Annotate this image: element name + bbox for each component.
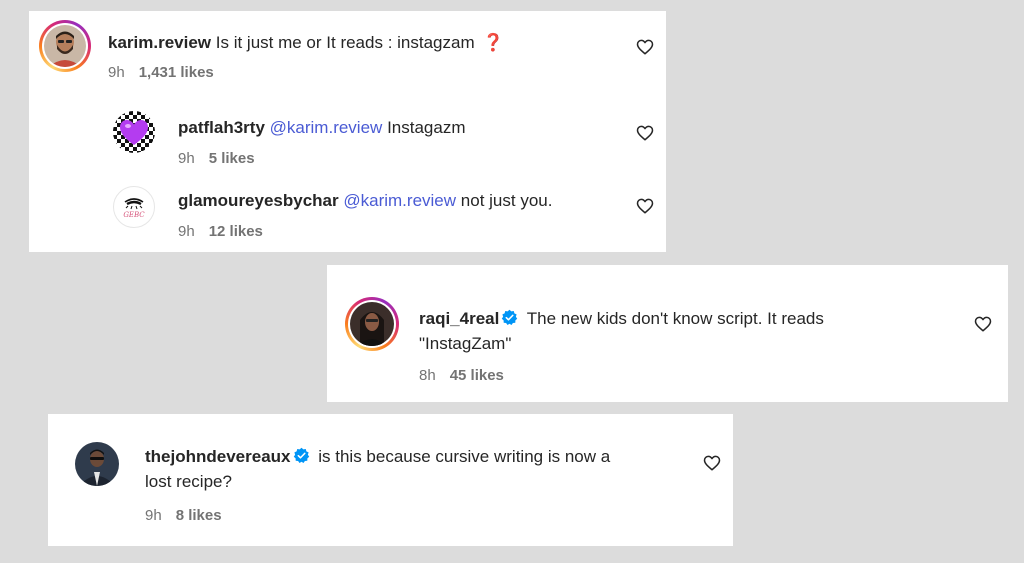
likes-count[interactable]: 1,431 likes: [139, 64, 214, 81]
heart-outline-icon[interactable]: [636, 38, 654, 56]
profile-photo: [44, 25, 86, 67]
heart-outline-icon[interactable]: [636, 124, 654, 142]
reply-body: patflah3rty @karim.review Instagazm: [178, 115, 466, 140]
mention-link[interactable]: @karim.review: [270, 118, 383, 137]
comment-meta: 9h 8 likes: [145, 507, 222, 524]
comment-card: raqi_4real The new kids don't know scrip…: [327, 265, 1008, 402]
likes-count[interactable]: 8 likes: [176, 507, 222, 524]
timestamp[interactable]: 8h: [419, 367, 436, 384]
checkered-purple-heart-icon: [113, 111, 155, 153]
comment-text: Instagazm: [387, 118, 466, 137]
comment-meta: 9h 12 likes: [178, 223, 263, 240]
username[interactable]: raqi_4real: [419, 309, 499, 328]
username[interactable]: glamoureyesbychar: [178, 191, 339, 210]
comment-meta: 9h 1,431 likes: [108, 64, 214, 81]
timestamp[interactable]: 9h: [178, 223, 195, 240]
timestamp[interactable]: 9h: [145, 507, 162, 524]
heart-outline-icon[interactable]: [636, 197, 654, 215]
likes-count[interactable]: 5 likes: [209, 150, 255, 167]
heart-outline-icon[interactable]: [974, 315, 992, 333]
mention-link[interactable]: @karim.review: [343, 191, 456, 210]
profile-photo: [75, 442, 119, 486]
username[interactable]: thejohndevereaux: [145, 447, 291, 466]
timestamp[interactable]: 9h: [178, 150, 195, 167]
comment-thread-card: karim.review Is it just me or It reads :…: [29, 11, 666, 252]
likes-count[interactable]: 45 likes: [450, 367, 504, 384]
comment-card: thejohndevereaux is this because cursive…: [48, 414, 733, 546]
username[interactable]: karim.review: [108, 33, 211, 52]
heart-outline-icon[interactable]: [703, 454, 721, 472]
username[interactable]: patflah3rty: [178, 118, 265, 137]
comment-text: Is it just me or It reads : instagzam: [215, 33, 475, 52]
avatar[interactable]: [75, 442, 119, 486]
comment-text-line2: "InstagZam": [419, 334, 512, 353]
comment-body: thejohndevereaux is this because cursive…: [145, 444, 685, 494]
avatar[interactable]: [345, 297, 399, 351]
avatar[interactable]: [113, 111, 155, 153]
comment-meta: 8h 45 likes: [419, 367, 504, 384]
avatar[interactable]: GEBC: [113, 186, 155, 228]
logo-text: GEBC: [123, 211, 145, 219]
question-mark-emoji: ❓: [482, 33, 504, 52]
verified-badge-icon: [502, 309, 518, 326]
comment-text: The new kids don't know script. It reads: [526, 309, 824, 328]
comment-text-line2: lost recipe?: [145, 472, 232, 491]
comment-meta: 9h 5 likes: [178, 150, 255, 167]
comment-body: karim.review Is it just me or It reads :…: [108, 30, 504, 55]
eye-logo-icon: [124, 198, 144, 210]
reply-body: glamoureyesbychar @karim.review not just…: [178, 188, 552, 213]
comment-body: raqi_4real The new kids don't know scrip…: [419, 306, 979, 356]
comment-text: is this because cursive writing is now a: [318, 447, 611, 466]
verified-badge-icon: [293, 447, 309, 464]
profile-photo: [350, 302, 394, 346]
timestamp[interactable]: 9h: [108, 64, 125, 81]
comment-text: not just you.: [460, 191, 553, 210]
likes-count[interactable]: 12 likes: [209, 223, 263, 240]
avatar[interactable]: [39, 20, 91, 72]
